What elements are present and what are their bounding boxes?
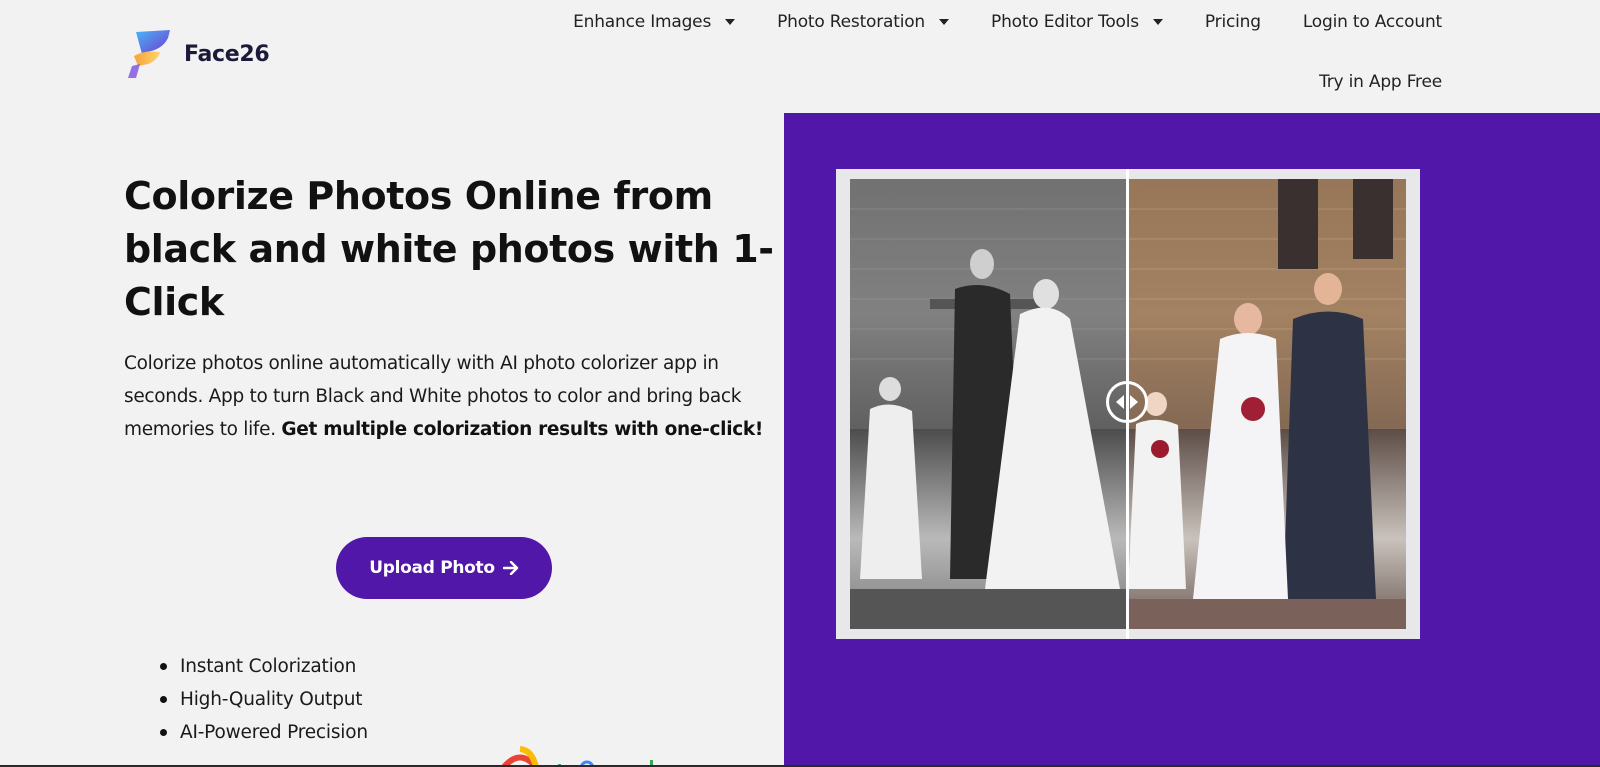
after-photo [1128,179,1406,629]
hero-description: Colorize photos online automatically wit… [124,347,764,446]
nav-pricing[interactable]: Pricing [1205,12,1261,32]
chevron-right-icon [1130,395,1138,409]
caret-down-icon [1152,19,1163,25]
caret-down-icon [939,19,950,25]
face26-logo-icon [128,30,170,78]
main-nav: Enhance Images Photo Restoration Photo E… [573,12,1442,32]
feature-list: Instant Colorization High-Quality Output… [160,650,368,749]
hero-description-bold: Get multiple colorization results with o… [281,419,764,440]
nav-enhance-images[interactable]: Enhance Images [573,12,736,32]
brand-name: Face26 [184,41,270,67]
chevron-left-icon [1116,395,1124,409]
nav-login[interactable]: Login to Account [1303,12,1442,32]
nav-label: Photo Restoration [777,12,926,32]
upload-photo-button[interactable]: Upload Photo [336,537,552,599]
before-after-comparison[interactable] [836,169,1420,639]
nav-label: Login to Account [1302,12,1442,32]
compare-slider-icon[interactable] [1106,381,1148,423]
nav-label: Enhance Images [573,12,712,32]
feature-item: AI-Powered Precision [160,716,368,749]
nav-photo-restoration[interactable]: Photo Restoration [777,12,950,32]
nav-photo-editor-tools[interactable]: Photo Editor Tools [991,12,1163,32]
feature-item: High-Quality Output [160,683,368,716]
nav-label: Photo Editor Tools [991,12,1139,32]
feature-item: Instant Colorization [160,650,368,683]
upload-button-label: Upload Photo [369,558,495,578]
before-photo [850,179,1128,629]
bw-wedding-photo [850,179,1128,629]
try-app-free-link[interactable]: Try in App Free [1319,72,1442,92]
google-logo-icon [501,746,653,767]
nav-label: Pricing [1204,12,1261,32]
brand-logo[interactable]: Face26 [124,28,270,80]
arrow-right-icon [502,561,518,575]
caret-down-icon [725,19,736,25]
colorized-wedding-photo [1128,179,1406,629]
hero-title: Colorize Photos Online from black and wh… [124,174,774,324]
